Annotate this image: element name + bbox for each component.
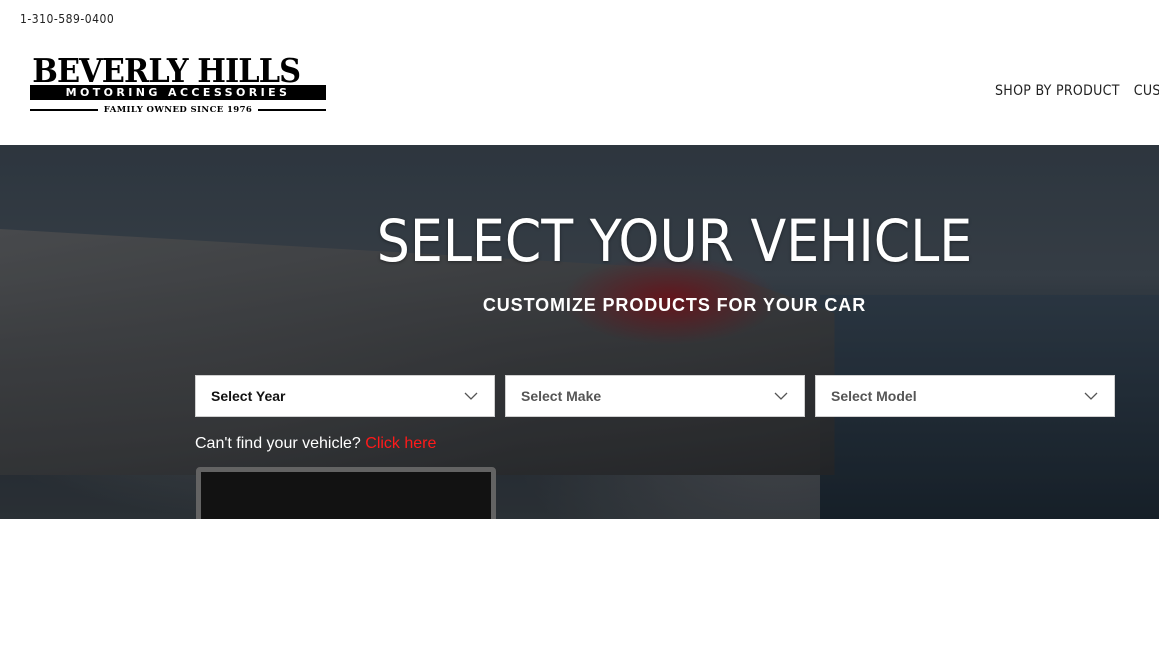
page-title: SELECT YOUR VEHICLE	[376, 207, 973, 275]
logo-rule-left	[30, 109, 98, 111]
vehicle-selects: Select Year Select Make Select Model	[195, 375, 1115, 417]
site-logo[interactable]: BEVERLY HILLS MOTORING ACCESSORIES FAMIL…	[30, 51, 327, 117]
logo-tagline-row: FAMILY OWNED SINCE 1976	[30, 103, 327, 117]
select-make-dropdown[interactable]: Select Make	[505, 375, 805, 417]
phone-number-link[interactable]: 1-310-589-0400	[20, 12, 114, 26]
chevron-down-icon	[1084, 392, 1098, 400]
chevron-down-icon	[464, 392, 478, 400]
nav-item-customize[interactable]: CUSTO	[1134, 83, 1159, 99]
select-year-label: Select Year	[211, 388, 286, 404]
site-header: BEVERLY HILLS MOTORING ACCESSORIES FAMIL…	[0, 38, 1159, 145]
select-make-label: Select Make	[521, 388, 602, 404]
vehicle-selector-hero: SELECT YOUR VEHICLE CUSTOMIZE PRODUCTS F…	[0, 145, 1159, 519]
select-model-label: Select Model	[831, 388, 917, 404]
logo-wordmark: BEVERLY HILLS	[32, 51, 301, 90]
click-here-link[interactable]: Click here	[365, 435, 436, 452]
logo-tagline: FAMILY OWNED SINCE 1976	[103, 105, 253, 115]
logo-rule-right	[258, 109, 327, 111]
main-nav: SHOP BY PRODUCT CUSTO	[995, 83, 1159, 99]
cant-find-text: Can't find your vehicle?	[195, 435, 361, 452]
hero-overlay	[0, 145, 1159, 519]
select-year-dropdown[interactable]: Select Year	[195, 375, 495, 417]
select-model-dropdown[interactable]: Select Model	[815, 375, 1115, 417]
top-bar: 1-310-589-0400	[0, 0, 1159, 38]
nav-item-shop-by-product[interactable]: SHOP BY PRODUCT	[995, 83, 1120, 99]
hero-subtitle: CUSTOMIZE PRODUCTS FOR YOUR CAR	[482, 295, 867, 315]
chevron-down-icon	[774, 392, 788, 400]
cant-find-vehicle: Can't find your vehicle? Click here	[195, 435, 436, 453]
logo-subtitle: MOTORING ACCESSORIES	[30, 85, 326, 100]
